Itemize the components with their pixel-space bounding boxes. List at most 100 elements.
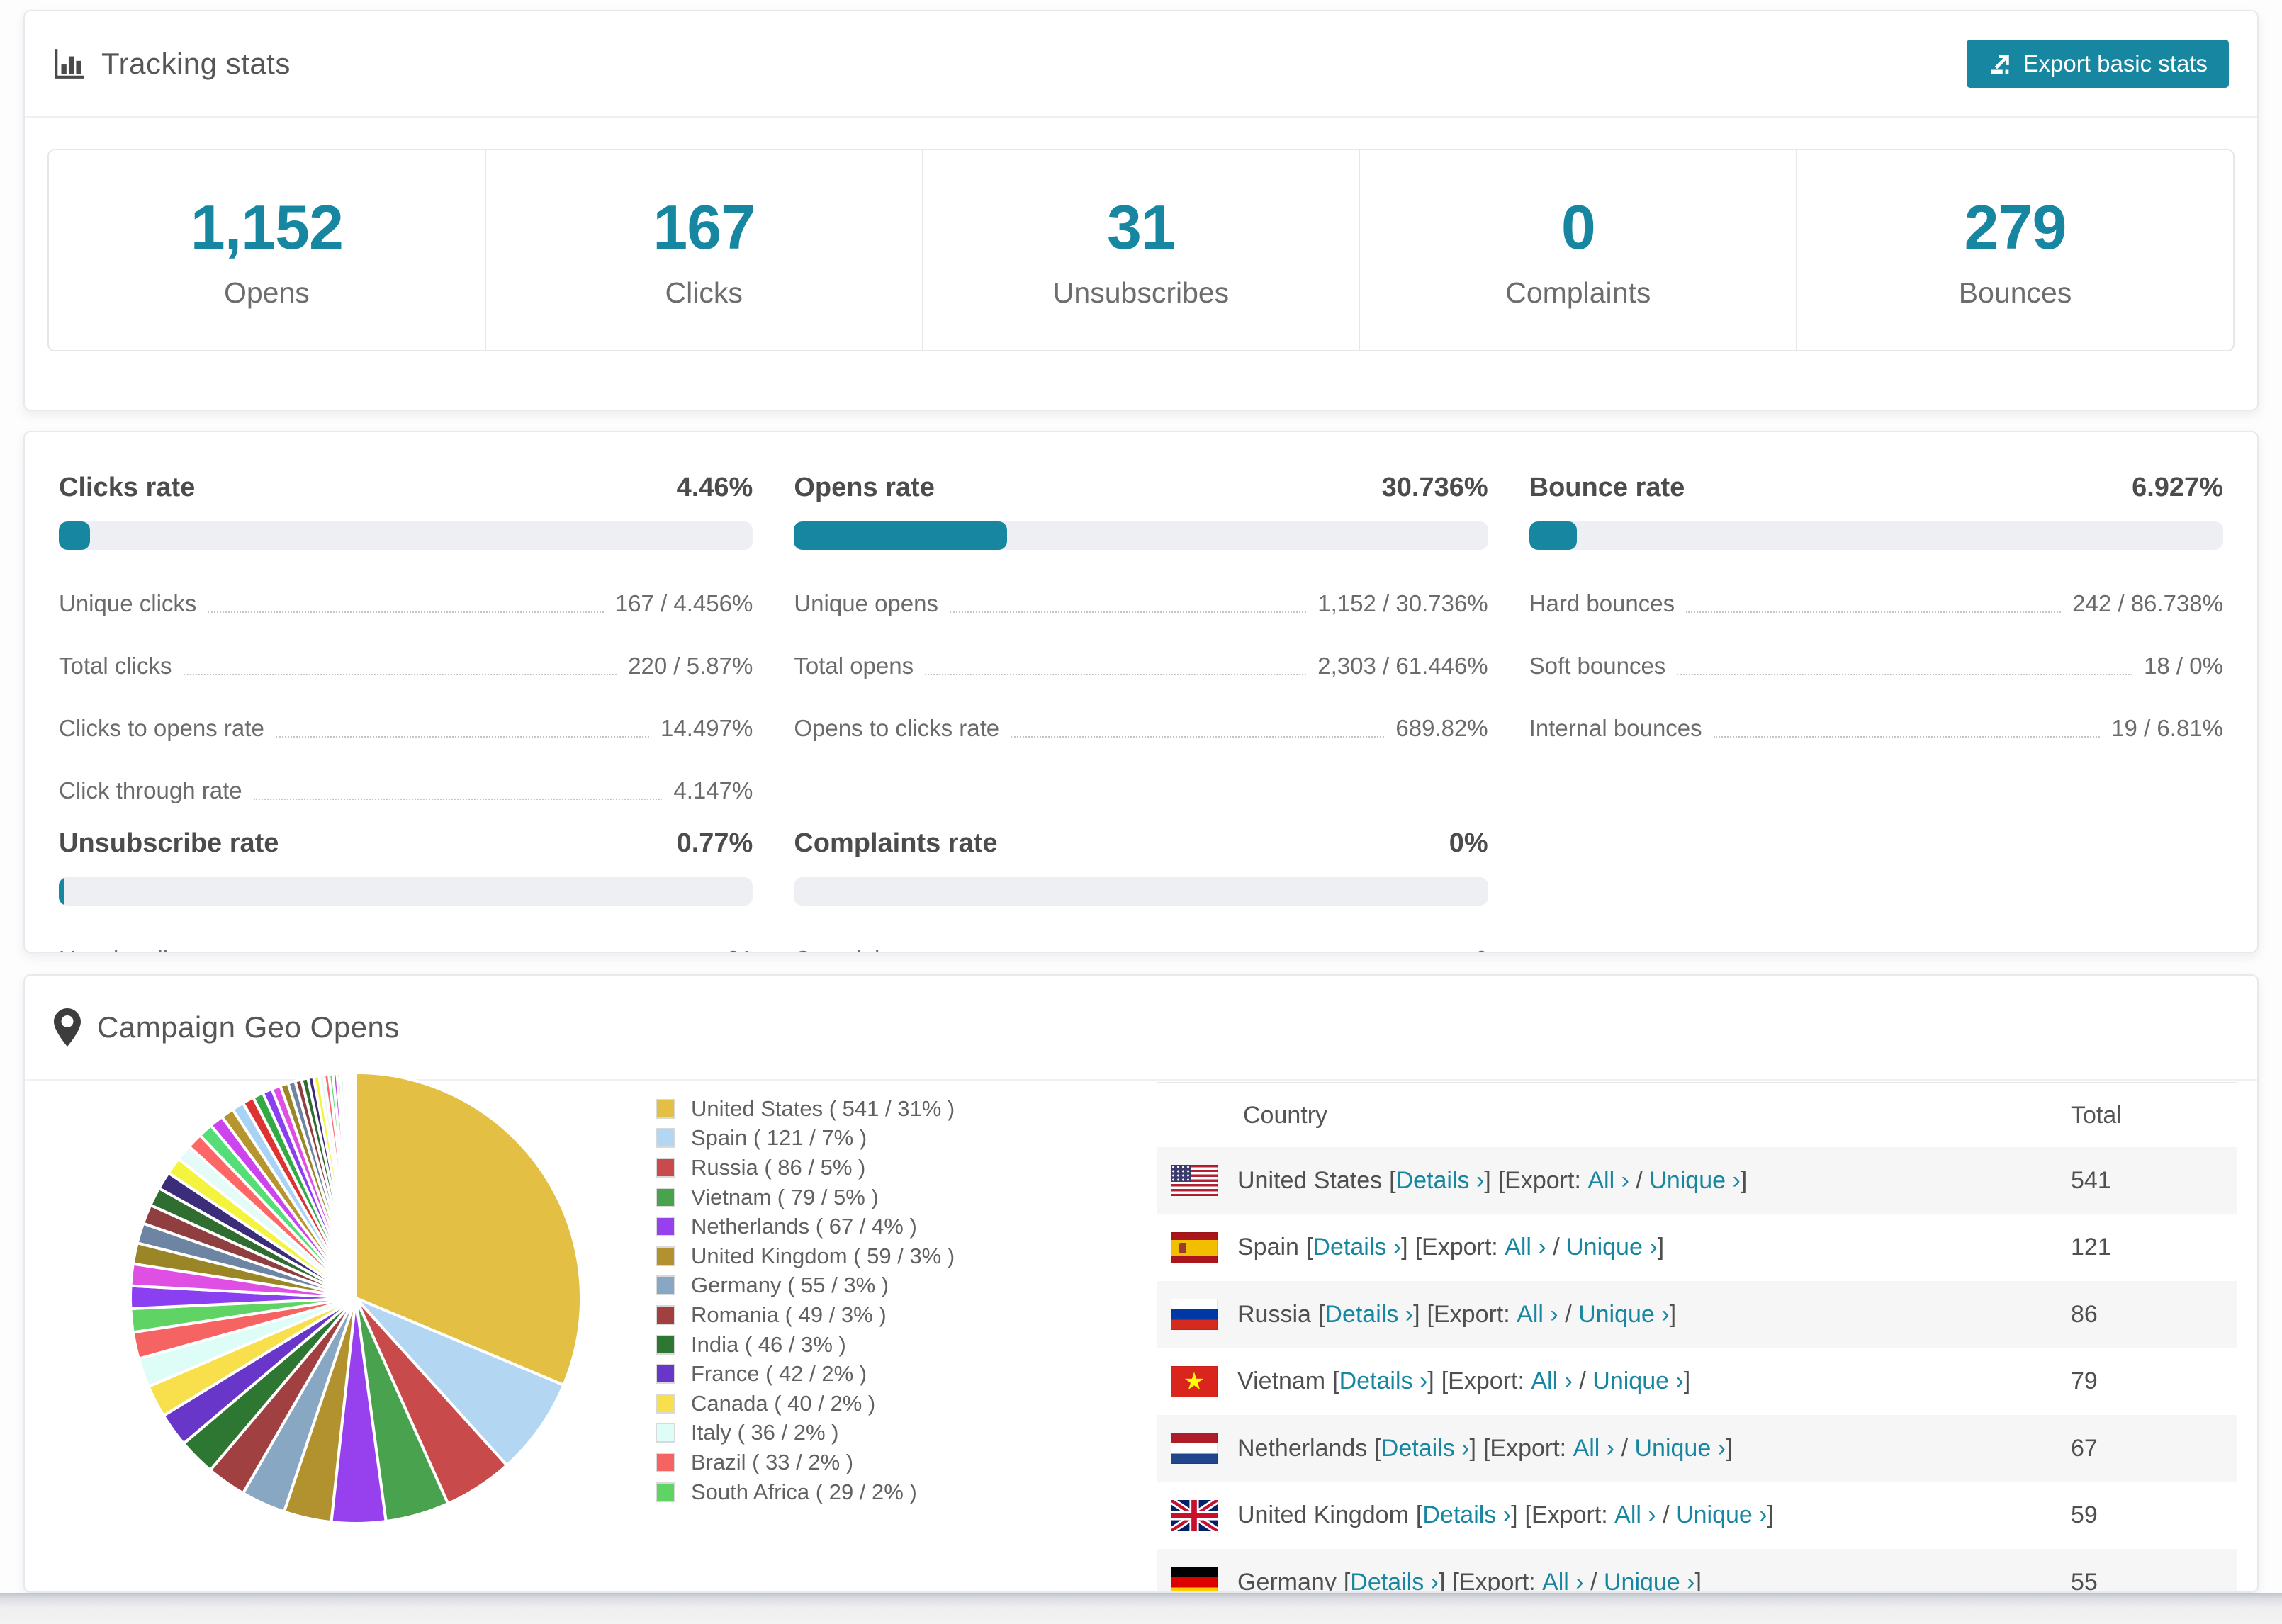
details-link[interactable]: Details › — [1422, 1501, 1511, 1528]
country-column-header: Country — [1243, 1101, 1328, 1129]
detail-row: Opens to clicks rate 689.82% — [794, 715, 1488, 741]
legend-item-south-africa: South Africa ( 29 / 2% ) — [656, 1477, 955, 1507]
dotted-leader — [183, 674, 617, 675]
export-all-link[interactable]: All › — [1505, 1234, 1546, 1261]
export-unique-link[interactable]: Unique › — [1578, 1301, 1670, 1329]
export-all-link[interactable]: All › — [1542, 1569, 1584, 1591]
export-unique-link[interactable]: Unique › — [1635, 1435, 1726, 1462]
details-link[interactable]: Details › — [1350, 1569, 1439, 1591]
detail-row: Soft bounces 18 / 0% — [1529, 653, 2223, 679]
export-unique-link[interactable]: Unique › — [1566, 1234, 1658, 1261]
bounce-rate-progress-fill — [1529, 521, 1578, 550]
detail-row: Unique clicks 167 / 4.456% — [59, 590, 753, 616]
legend-item-netherlands: Netherlands ( 67 / 4% ) — [656, 1212, 955, 1241]
legend-item-vietnam: Vietnam ( 79 / 5% ) — [656, 1183, 955, 1212]
legend-swatch — [656, 1364, 675, 1385]
legend-swatch — [656, 1187, 675, 1207]
page-title: Tracking stats — [101, 47, 291, 80]
legend-item-united-kingdom: United Kingdom ( 59 / 3% ) — [656, 1241, 955, 1271]
detail-row: Hard bounces 242 / 86.738% — [1529, 590, 2223, 616]
legend-item-brazil: Brazil ( 33 / 2% ) — [656, 1448, 955, 1477]
bounce-rate-panel: Bounce rate 6.927% Hard bounces 242 / 86.… — [1529, 469, 2223, 822]
stat-clicks-value: 167 — [653, 191, 755, 262]
detail-row: Unsubscribes31 — [59, 928, 753, 952]
stat-clicks-label: Clicks — [665, 276, 743, 309]
legend-item-india: India ( 46 / 3% ) — [656, 1330, 955, 1360]
unsubscribe-rate-progress-fill — [59, 877, 64, 906]
stat-unsubscribes: 31 Unsubscribes — [921, 150, 1359, 350]
total-value: 86 — [2071, 1300, 2098, 1328]
complaints-rate-progressbar — [794, 877, 1488, 906]
total-column-header: Total — [2071, 1101, 2122, 1129]
export-unique-link[interactable]: Unique › — [1676, 1501, 1767, 1529]
legend-swatch — [656, 1452, 675, 1472]
geo-opens-table: Country Total United States [Details ›] … — [1157, 1082, 2237, 1591]
table-row-netherlands: Netherlands [Details ›] [Export: All › /… — [1157, 1415, 2237, 1482]
complaints-rate-value: 0% — [1449, 828, 1488, 858]
legend-item-russia: Russia ( 86 / 5% ) — [656, 1153, 955, 1183]
opens-rate-progressbar — [794, 521, 1488, 550]
dotted-leader — [1677, 674, 2133, 675]
legend-swatch — [656, 1393, 675, 1414]
legend-swatch — [656, 1304, 675, 1325]
details-link[interactable]: Details › — [1339, 1368, 1428, 1394]
dotted-leader — [1686, 611, 2062, 613]
stat-bounces-label: Bounces — [1958, 276, 2072, 309]
legend-swatch — [656, 1098, 675, 1119]
legend-swatch — [656, 1246, 675, 1266]
export-unique-link[interactable]: Unique › — [1604, 1569, 1695, 1591]
table-row-germany: Germany [Details ›] [Export: All › / Uni… — [1157, 1549, 2237, 1591]
stat-unsubscribes-value: 31 — [1107, 191, 1176, 262]
export-all-link[interactable]: All › — [1531, 1368, 1573, 1395]
legend-item-canada: Canada ( 40 / 2% ) — [656, 1389, 955, 1419]
netherlands-flag-icon — [1171, 1433, 1218, 1465]
stat-bounces-value: 279 — [1964, 191, 2067, 262]
export-all-link[interactable]: All › — [1517, 1301, 1558, 1329]
export-all-link[interactable]: All › — [1573, 1435, 1615, 1462]
dotted-leader — [208, 611, 604, 613]
legend-item-spain: Spain ( 121 / 7% ) — [656, 1124, 955, 1154]
details-link[interactable]: Details › — [1325, 1301, 1413, 1328]
pie-slice[interactable] — [353, 1071, 357, 1299]
stat-complaints-label: Complaints — [1505, 276, 1651, 309]
vietnam-flag-icon — [1171, 1365, 1218, 1397]
stat-complaints: 0 Complaints — [1359, 150, 1796, 350]
export-basic-stats-button[interactable]: Export basic stats — [1966, 40, 2229, 88]
total-value: 59 — [2071, 1501, 2098, 1529]
dotted-leader — [275, 736, 650, 738]
export-unique-link[interactable]: Unique › — [1649, 1167, 1741, 1195]
germany-flag-icon — [1171, 1567, 1218, 1591]
russia-flag-icon — [1171, 1299, 1218, 1331]
export-all-link[interactable]: All › — [1587, 1167, 1629, 1195]
total-value: 67 — [2071, 1434, 2098, 1462]
clicks-rate-value: 4.46% — [676, 472, 753, 502]
geo-opens-pie-chart[interactable] — [122, 1064, 590, 1532]
bar-chart-icon — [53, 47, 86, 80]
detail-row: Total clicks 220 / 5.87% — [59, 653, 753, 679]
details-link[interactable]: Details › — [1381, 1435, 1470, 1462]
stat-bounces: 279 Bounces — [1796, 150, 2233, 350]
unsubscribe-rate-title: Unsubscribe rate — [59, 828, 279, 858]
export-all-link[interactable]: All › — [1614, 1501, 1656, 1529]
opens-rate-panel: Opens rate 30.736% Unique opens 1,152 / 3… — [794, 469, 1488, 822]
clicks-rate-progress-fill — [59, 521, 90, 550]
legend-item-italy: Italy ( 36 / 2% ) — [656, 1419, 955, 1448]
bounce-rate-value: 6.927% — [2132, 472, 2223, 502]
table-row-russia: Russia [Details ›] [Export: All › / Uniq… — [1157, 1281, 2237, 1348]
spain-flag-icon — [1171, 1231, 1218, 1263]
stat-complaints-value: 0 — [1561, 191, 1596, 262]
stat-unsubscribes-label: Unsubscribes — [1052, 276, 1230, 309]
details-link[interactable]: Details › — [1313, 1234, 1401, 1261]
legend-swatch — [656, 1157, 675, 1178]
export-unique-link[interactable]: Unique › — [1592, 1368, 1684, 1395]
stat-opens-label: Opens — [223, 276, 310, 309]
map-pin-icon — [53, 1008, 82, 1047]
opens-rate-value: 30.736% — [1381, 472, 1488, 502]
bounce-rate-title: Bounce rate — [1529, 472, 1685, 502]
legend-item-germany: Germany ( 55 / 3% ) — [656, 1271, 955, 1301]
dotted-leader — [949, 611, 1307, 613]
summary-stats-box: 1,152 Opens 167 Clicks 31 Unsubscribes 0… — [47, 149, 2235, 351]
table-row-united-states: United States [Details ›] [Export: All ›… — [1157, 1147, 2237, 1214]
details-link[interactable]: Details › — [1396, 1167, 1485, 1194]
tracking-stats-header: Tracking stats Export basic stats — [25, 11, 2257, 118]
